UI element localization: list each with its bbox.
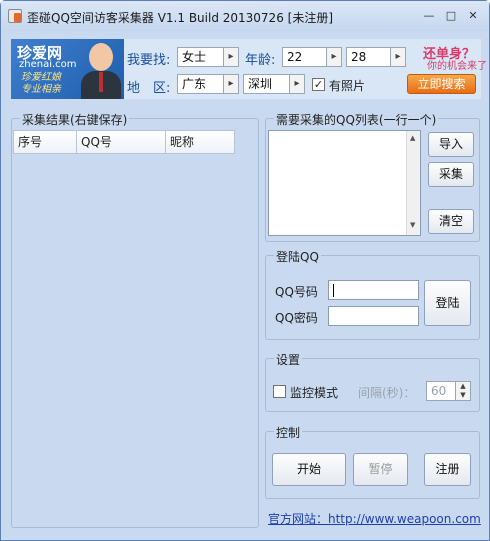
close-icon[interactable]: ✕	[465, 10, 481, 22]
photo-checkbox[interactable]: ✓	[312, 78, 325, 91]
official-site-link[interactable]: 官方网站：http://www.weapoon.com	[268, 510, 481, 527]
city-value: 深圳	[248, 77, 273, 91]
photo-label: 有照片	[329, 79, 366, 93]
monitor-mode-label: 监控模式	[290, 386, 339, 400]
qq-number-input[interactable]	[328, 280, 419, 300]
login-button[interactable]: 登陆	[424, 280, 471, 326]
gender-select[interactable]: 女士 ▸	[177, 47, 239, 67]
chevron-right-icon[interactable]: ▸	[390, 48, 405, 66]
qq-number-label: QQ号码	[275, 285, 318, 299]
seek-label: 我要找:	[127, 53, 171, 68]
city-select[interactable]: 深圳 ▸	[243, 74, 305, 94]
settings-group-title: 设置	[274, 351, 303, 368]
interval-label: 间隔(秒)：	[358, 386, 416, 400]
clear-button[interactable]: 清空	[428, 209, 474, 234]
chevron-right-icon[interactable]: ▸	[289, 75, 304, 93]
age-label: 年龄:	[245, 53, 276, 68]
pause-button[interactable]: 暂停	[353, 453, 408, 486]
column-header-index[interactable]: 序号	[13, 130, 77, 154]
logo-slogan-1: 珍爱红娘	[21, 72, 61, 83]
logo-slogan-2: 专业相亲	[21, 84, 61, 95]
age-from-select[interactable]: 22 ▸	[282, 47, 342, 67]
results-group-title: 采集结果(右键保存)	[20, 111, 130, 128]
chevron-right-icon[interactable]: ▸	[223, 48, 238, 66]
column-header-qq[interactable]: QQ号	[76, 130, 166, 154]
gender-value: 女士	[182, 50, 207, 64]
interval-spinner[interactable]: 60 ▲ ▼	[426, 381, 471, 401]
chevron-right-icon[interactable]: ▸	[326, 48, 341, 66]
qq-list-textarea[interactable]: ▲ ▼	[268, 130, 421, 236]
results-table-header: 序号 QQ号 昵称	[13, 130, 235, 154]
chevron-right-icon[interactable]: ▸	[223, 75, 238, 93]
collect-button[interactable]: 采集	[428, 162, 474, 187]
window-title: 歪碰QQ空间访客采集器 V1.1 Build 20130726 [未注册]	[27, 11, 334, 25]
age-to-select[interactable]: 28 ▸	[346, 47, 406, 67]
scroll-down-icon[interactable]: ▼	[410, 221, 415, 229]
spokesperson-image	[79, 41, 123, 99]
login-group-title: 登陆QQ	[274, 248, 321, 265]
main-window: 歪碰QQ空间访客采集器 V1.1 Build 20130726 [未注册] — …	[0, 0, 490, 541]
monitor-mode-checkbox[interactable]	[273, 385, 286, 398]
scroll-up-icon[interactable]: ▲	[410, 134, 415, 142]
interval-value: 60	[431, 384, 447, 398]
province-value: 广东	[182, 77, 207, 91]
results-table-body[interactable]	[13, 154, 257, 524]
zhenai-logo[interactable]: 珍爱网 zhenai.com 珍爱红娘 专业相亲	[11, 39, 124, 99]
qq-password-input[interactable]	[328, 306, 419, 326]
control-group-title: 控制	[274, 424, 303, 441]
qq-list-group-title: 需要采集的QQ列表(一行一个)	[274, 111, 439, 128]
qq-list-scrollbar[interactable]: ▲ ▼	[406, 131, 420, 235]
spin-updown-icon[interactable]: ▲ ▼	[455, 382, 470, 400]
region-label: 地 区:	[127, 81, 171, 96]
title-bar[interactable]: 歪碰QQ空间访客采集器 V1.1 Build 20130726 [未注册] — …	[1, 1, 489, 31]
province-select[interactable]: 广东 ▸	[177, 74, 239, 94]
column-header-nickname[interactable]: 昵称	[165, 130, 235, 154]
text-caret	[333, 284, 334, 297]
register-button[interactable]: 注册	[424, 453, 471, 486]
promo-subtext: 你的机会来了	[427, 61, 487, 72]
logo-url: zhenai.com	[19, 59, 77, 70]
age-from-value: 22	[287, 50, 303, 64]
start-button[interactable]: 开始	[272, 453, 346, 486]
import-button[interactable]: 导入	[428, 132, 474, 157]
age-to-value: 28	[351, 50, 367, 64]
app-icon	[8, 9, 22, 23]
search-button[interactable]: 立即搜索	[407, 74, 476, 94]
restore-icon[interactable]: □	[443, 10, 459, 22]
minimize-icon[interactable]: —	[421, 10, 437, 22]
qq-password-label: QQ密码	[275, 311, 318, 325]
